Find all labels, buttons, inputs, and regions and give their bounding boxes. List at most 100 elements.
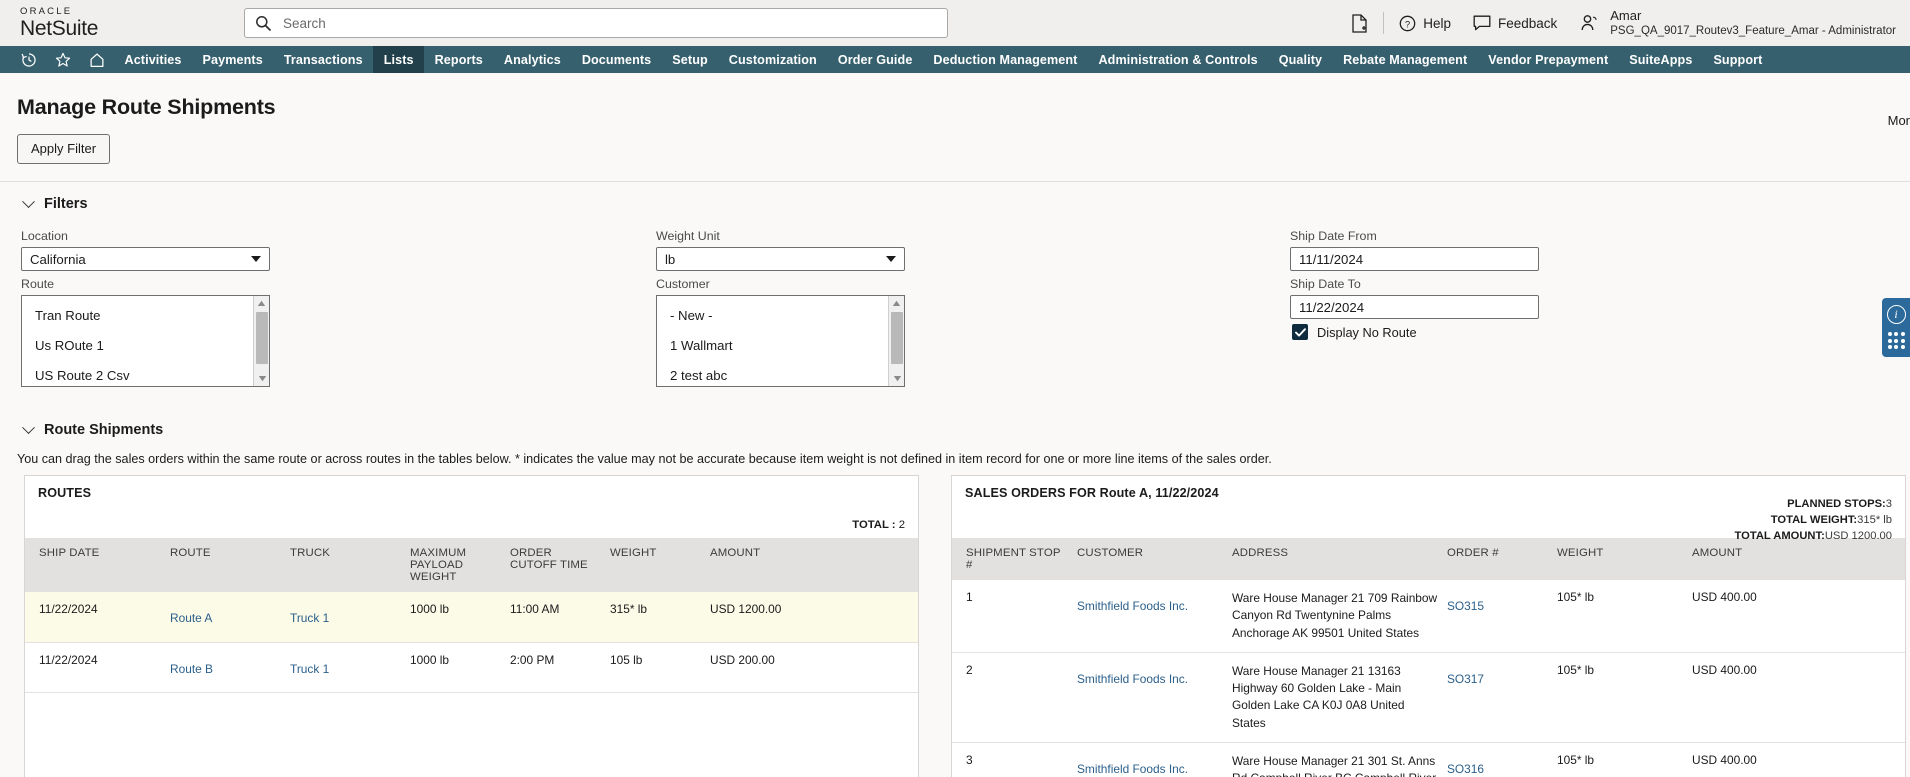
order-cutoff-time-cell: 2:00 PM <box>510 642 610 693</box>
ship-date-from-input[interactable] <box>1290 247 1539 271</box>
order-number-cell[interactable]: SO315 <box>1447 580 1557 653</box>
customer-cell-link[interactable]: Smithfield Foods Inc. <box>1077 672 1188 686</box>
display-no-route-checkbox[interactable] <box>1292 324 1308 340</box>
route-option[interactable]: Tran Route <box>22 305 269 335</box>
nav-item-suiteapps[interactable]: SuiteApps <box>1619 46 1703 73</box>
nav-item-transactions[interactable]: Transactions <box>273 46 373 73</box>
route-shipments-section-header[interactable]: Route Shipments <box>0 408 1910 438</box>
user-role: PSG_QA_9017_Routev3_Feature_Amar - Admin… <box>1610 24 1896 37</box>
global-search[interactable] <box>244 8 948 38</box>
new-document-button[interactable] <box>1340 0 1379 46</box>
nav-item-vendor-prepayment[interactable]: Vendor Prepayment <box>1478 46 1619 73</box>
truck-cell[interactable]: Truck 1 <box>290 592 410 643</box>
total-amount-stat: TOTAL AMOUNT:USD 1200.00 <box>1735 528 1893 544</box>
total-weight-label: TOTAL WEIGHT: <box>1770 514 1858 527</box>
route-cell[interactable]: Route A <box>170 592 290 643</box>
customer-cell-link[interactable]: Smithfield Foods Inc. <box>1077 762 1188 776</box>
filters-grid: Location California Route Tran Route Us R… <box>0 218 1910 408</box>
favorites-star-icon[interactable] <box>46 46 80 73</box>
nav-item-quality[interactable]: Quality <box>1268 46 1332 73</box>
nav-item-order-guide[interactable]: Order Guide <box>827 46 923 73</box>
order-number-cell-link[interactable]: SO316 <box>1447 762 1484 776</box>
scroll-up-icon[interactable] <box>889 296 904 311</box>
nav-item-deduction-management[interactable]: Deduction Management <box>923 46 1088 73</box>
truck-cell[interactable]: Truck 1 <box>290 642 410 693</box>
order-cutoff-time-cell: 11:00 AM <box>510 592 610 643</box>
route-listbox[interactable]: Tran Route Us ROute 1 US Route 2 Csv <box>21 295 270 387</box>
chevron-down-icon <box>886 256 896 262</box>
customer-option[interactable]: - New - <box>657 305 904 335</box>
truck-cell-link[interactable]: Truck 1 <box>290 611 329 625</box>
nav-item-lists[interactable]: Lists <box>373 46 425 73</box>
route-listbox-scrollbar[interactable] <box>253 296 269 386</box>
order-number-cell[interactable]: SO316 <box>1447 742 1557 777</box>
customer-listbox[interactable]: - New -1 Wallmart 2 test abc <box>656 295 905 387</box>
nav-item-analytics[interactable]: Analytics <box>493 46 571 73</box>
recent-history-icon[interactable] <box>12 46 46 73</box>
route-shipments-helper-text: You can drag the sales orders within the… <box>17 452 1272 466</box>
feedback-icon <box>1473 15 1491 31</box>
search-input[interactable] <box>281 14 937 32</box>
customer-cell[interactable]: Smithfield Foods Inc. <box>1077 742 1232 777</box>
location-select[interactable]: California <box>21 247 270 271</box>
user-menu[interactable]: Amar PSG_QA_9017_Routev3_Feature_Amar - … <box>1568 8 1896 39</box>
chevron-down-icon <box>22 194 35 208</box>
table-row[interactable]: 1 Smithfield Foods Inc. Ware House Manager… <box>952 580 1905 653</box>
more-menu-link[interactable]: Mor <box>1888 113 1910 128</box>
nav-item-rebate-management[interactable]: Rebate Management <box>1333 46 1478 73</box>
ship-date-to-input[interactable] <box>1290 295 1539 319</box>
table-row[interactable]: 11/22/2024 Route B Truck 1 1000 lb 2:00 PM 10… <box>25 642 918 693</box>
sales-orders-table: SHIPMENT STOP # CUSTOMER ADDRESS ORDER # WEI… <box>952 538 1905 777</box>
ship-date-to-field: Ship Date To <box>1290 277 1539 319</box>
table-row[interactable]: 11/22/2024 Route A Truck 1 1000 lb 11:00 AM 3… <box>25 592 918 643</box>
help-button[interactable]: ? Help <box>1388 0 1462 46</box>
order-number-cell[interactable]: SO317 <box>1447 652 1557 743</box>
nav-item-administration-controls[interactable]: Administration & Controls <box>1088 46 1268 73</box>
apply-filter-button[interactable]: Apply Filter <box>17 134 111 164</box>
nav-item-reports[interactable]: Reports <box>424 46 493 73</box>
route-cell-link[interactable]: Route A <box>170 611 212 625</box>
scrollbar-thumb[interactable] <box>891 312 903 364</box>
customer-option[interactable]: 1 Wallmart <box>657 335 904 365</box>
truck-cell-link[interactable]: Truck 1 <box>290 662 329 676</box>
planned-stops-label: PLANNED STOPS: <box>1787 498 1886 510</box>
customer-listbox-scrollbar[interactable] <box>888 296 904 386</box>
customer-cell-link[interactable]: Smithfield Foods Inc. <box>1077 599 1188 613</box>
customer-cell[interactable]: Smithfield Foods Inc. <box>1077 652 1232 743</box>
order-number-cell-link[interactable]: SO317 <box>1447 672 1484 686</box>
location-value: California <box>30 251 86 267</box>
feedback-button[interactable]: Feedback <box>1462 0 1568 46</box>
nav-item-customization[interactable]: Customization <box>718 46 827 73</box>
nav-item-support[interactable]: Support <box>1703 46 1773 73</box>
scrollbar-thumb[interactable] <box>256 312 268 364</box>
filters-section-header[interactable]: Filters <box>0 182 1910 212</box>
scroll-up-icon[interactable] <box>254 296 269 311</box>
weight-cell: 105* lb <box>1557 580 1692 653</box>
route-option[interactable]: Us ROute 1 <box>22 335 269 365</box>
column-header: SHIP DATE <box>25 538 170 592</box>
customer-cell[interactable]: Smithfield Foods Inc. <box>1077 580 1232 653</box>
scroll-down-icon[interactable] <box>889 371 904 386</box>
home-icon[interactable] <box>80 46 114 73</box>
scroll-down-icon[interactable] <box>254 371 269 386</box>
page-body: Manage Route Shipments Mor Apply Filter … <box>0 73 1910 777</box>
nav-item-payments[interactable]: Payments <box>192 46 273 73</box>
planned-stops-stat: PLANNED STOPS:3 <box>1735 496 1892 512</box>
nav-item-documents[interactable]: Documents <box>571 46 661 73</box>
nav-item-activities[interactable]: Activities <box>114 46 192 73</box>
route-option[interactable]: US Route 2 Csv <box>22 365 269 386</box>
customer-option[interactable]: 2 test abc <box>657 365 904 386</box>
table-row[interactable]: 3 Smithfield Foods Inc. Ware House Manager… <box>952 742 1905 777</box>
route-cell[interactable]: Route B <box>170 642 290 693</box>
order-number-cell-link[interactable]: SO315 <box>1447 599 1484 613</box>
info-icon[interactable]: i <box>1886 305 1906 324</box>
route-cell-link[interactable]: Route B <box>170 662 213 676</box>
netsuite-logo[interactable]: ORACLE NetSuite <box>20 7 98 40</box>
grid-dots-icon[interactable] <box>1887 332 1905 349</box>
weight-unit-select[interactable]: lb <box>656 247 905 271</box>
nav-item-setup[interactable]: Setup <box>662 46 718 73</box>
column-header: ORDER CUTOFF TIME <box>510 538 610 592</box>
help-widget[interactable]: i <box>1882 298 1910 357</box>
table-row[interactable]: 2 Smithfield Foods Inc. Ware House Manager… <box>952 652 1905 743</box>
column-header: CUSTOMER <box>1077 538 1232 580</box>
